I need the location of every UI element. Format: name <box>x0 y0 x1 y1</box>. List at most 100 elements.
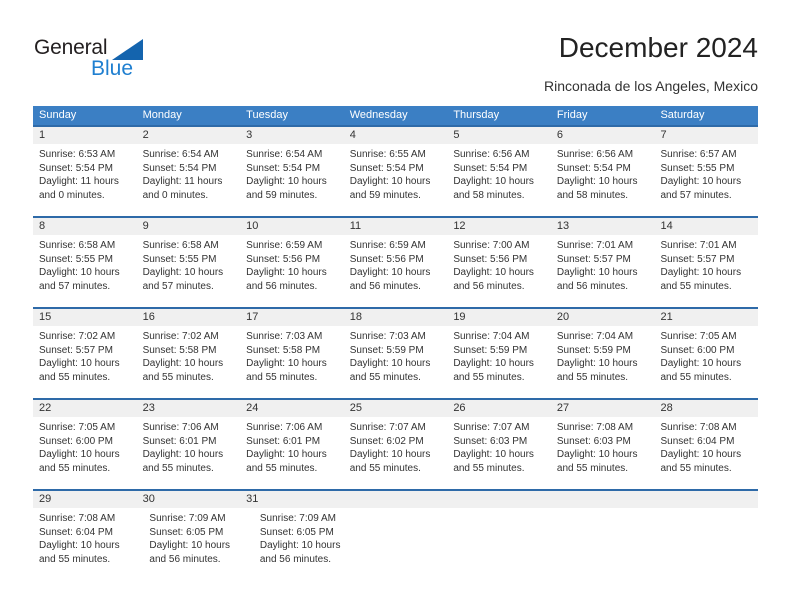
day-number[interactable]: 21 <box>654 309 758 326</box>
day-cell[interactable]: Sunrise: 7:09 AM Sunset: 6:05 PM Dayligh… <box>143 508 253 580</box>
day-number[interactable]: 3 <box>240 127 344 144</box>
day-number[interactable]: 25 <box>344 400 448 417</box>
day-cell[interactable]: Sunrise: 7:03 AM Sunset: 5:58 PM Dayligh… <box>240 326 344 398</box>
day-cell[interactable]: Sunrise: 6:59 AM Sunset: 5:56 PM Dayligh… <box>240 235 344 307</box>
day-cell[interactable]: Sunrise: 6:54 AM Sunset: 5:54 PM Dayligh… <box>137 144 241 216</box>
day-cell[interactable]: Sunrise: 6:55 AM Sunset: 5:54 PM Dayligh… <box>344 144 448 216</box>
sunset-text: Sunset: 5:57 PM <box>556 253 631 265</box>
sunrise-text: Sunrise: 7:02 AM <box>142 331 219 342</box>
day-number-band: 29 30 31 <box>33 491 758 508</box>
weekday-monday: Monday <box>142 109 182 121</box>
day-cell[interactable]: Sunrise: 7:08 AM Sunset: 6:04 PM Dayligh… <box>33 508 143 580</box>
sunset-text: Sunset: 6:01 PM <box>246 435 321 447</box>
daylight-line1: Daylight: 10 hours <box>39 540 120 552</box>
sunset-text: Sunset: 5:56 PM <box>246 253 321 265</box>
day-cell[interactable]: Sunrise: 7:08 AM Sunset: 6:03 PM Dayligh… <box>551 417 655 489</box>
day-cell[interactable]: Sunrise: 6:57 AM Sunset: 5:55 PM Dayligh… <box>654 144 758 216</box>
day-number-band: 15 16 17 18 19 20 21 <box>33 309 758 326</box>
day-cell[interactable]: Sunrise: 7:06 AM Sunset: 6:01 PM Dayligh… <box>240 417 344 489</box>
daylight-line1: Daylight: 10 hours <box>453 449 534 461</box>
day-number[interactable]: 1 <box>33 127 137 144</box>
sunrise-text: Sunrise: 6:58 AM <box>39 240 116 251</box>
general-blue-logo[interactable]: General Blue <box>34 36 164 82</box>
sunrise-text: Sunrise: 7:04 AM <box>453 331 530 342</box>
daylight-line1: Daylight: 10 hours <box>660 267 742 279</box>
day-cell[interactable]: Sunrise: 7:01 AM Sunset: 5:57 PM Dayligh… <box>551 235 655 307</box>
day-cell[interactable]: Sunrise: 7:07 AM Sunset: 6:02 PM Dayligh… <box>344 417 448 489</box>
day-cell-empty <box>364 508 462 580</box>
day-cell[interactable]: Sunrise: 7:01 AM Sunset: 5:57 PM Dayligh… <box>654 235 758 307</box>
sunrise-text: Sunrise: 6:55 AM <box>349 149 426 160</box>
day-number[interactable]: 10 <box>240 218 344 235</box>
sunrise-text: Sunrise: 7:06 AM <box>142 422 219 433</box>
day-number[interactable]: 31 <box>240 491 344 508</box>
day-cell[interactable]: Sunrise: 6:56 AM Sunset: 5:54 PM Dayligh… <box>447 144 551 216</box>
day-number[interactable]: 7 <box>654 127 758 144</box>
sunrise-text: Sunrise: 6:56 AM <box>453 149 530 160</box>
day-number[interactable]: 23 <box>137 400 241 417</box>
day-number[interactable]: 2 <box>137 127 241 144</box>
day-number-band: 22 23 24 25 26 27 28 <box>33 400 758 417</box>
day-cell[interactable]: Sunrise: 7:02 AM Sunset: 5:57 PM Dayligh… <box>33 326 137 398</box>
day-cell[interactable]: Sunrise: 7:02 AM Sunset: 5:58 PM Dayligh… <box>137 326 241 398</box>
day-number[interactable]: 17 <box>240 309 344 326</box>
day-cell[interactable]: Sunrise: 7:00 AM Sunset: 5:56 PM Dayligh… <box>447 235 551 307</box>
day-cell[interactable]: Sunrise: 7:08 AM Sunset: 6:04 PM Dayligh… <box>654 417 758 489</box>
sunrise-text: Sunrise: 7:03 AM <box>349 331 426 342</box>
day-number[interactable]: 19 <box>447 309 551 326</box>
day-number[interactable]: 8 <box>33 218 137 235</box>
day-number[interactable]: 29 <box>33 491 137 508</box>
day-number[interactable]: 28 <box>654 400 758 417</box>
day-number[interactable]: 18 <box>344 309 448 326</box>
day-cell[interactable]: Sunrise: 7:04 AM Sunset: 5:59 PM Dayligh… <box>551 326 655 398</box>
day-cell[interactable]: Sunrise: 7:03 AM Sunset: 5:59 PM Dayligh… <box>344 326 448 398</box>
daylight-line2: and 58 minutes. <box>453 189 525 201</box>
day-number[interactable]: 6 <box>551 127 655 144</box>
day-number-empty <box>344 491 448 508</box>
day-number[interactable]: 16 <box>137 309 241 326</box>
weekday-header-row: Sunday Monday Tuesday Wednesday Thursday… <box>33 106 758 125</box>
day-cell[interactable]: Sunrise: 6:54 AM Sunset: 5:54 PM Dayligh… <box>240 144 344 216</box>
day-cell[interactable]: Sunrise: 7:09 AM Sunset: 6:05 PM Dayligh… <box>254 508 364 580</box>
day-number[interactable]: 22 <box>33 400 137 417</box>
day-number[interactable]: 20 <box>551 309 655 326</box>
day-cell[interactable]: Sunrise: 6:53 AM Sunset: 5:54 PM Dayligh… <box>33 144 137 216</box>
day-number[interactable]: 5 <box>447 127 551 144</box>
day-cell[interactable]: Sunrise: 7:05 AM Sunset: 6:00 PM Dayligh… <box>654 326 758 398</box>
day-number[interactable]: 26 <box>447 400 551 417</box>
daylight-line1: Daylight: 10 hours <box>39 358 120 370</box>
day-number[interactable]: 15 <box>33 309 137 326</box>
daylight-line1: Daylight: 11 hours <box>142 176 223 188</box>
sunrise-text: Sunrise: 7:01 AM <box>660 240 737 251</box>
day-number[interactable]: 27 <box>551 400 655 417</box>
daylight-line2: and 55 minutes. <box>246 462 318 474</box>
daylight-line2: and 56 minutes. <box>349 280 421 292</box>
daylight-line1: Daylight: 10 hours <box>259 540 341 552</box>
day-number[interactable]: 24 <box>240 400 344 417</box>
day-cell[interactable]: Sunrise: 7:04 AM Sunset: 5:59 PM Dayligh… <box>447 326 551 398</box>
day-number[interactable]: 11 <box>344 218 448 235</box>
day-detail-band: Sunrise: 7:05 AM Sunset: 6:00 PM Dayligh… <box>33 417 758 489</box>
day-number[interactable]: 30 <box>137 491 241 508</box>
day-cell[interactable]: Sunrise: 7:06 AM Sunset: 6:01 PM Dayligh… <box>137 417 241 489</box>
sunset-text: Sunset: 6:05 PM <box>259 526 334 538</box>
week-row: 1 2 3 4 5 6 7 Sunrise: 6:53 AM Sunset: 5… <box>33 125 758 216</box>
daylight-line2: and 55 minutes. <box>142 371 214 383</box>
daylight-line1: Daylight: 10 hours <box>246 358 327 370</box>
day-cell[interactable]: Sunrise: 6:58 AM Sunset: 5:55 PM Dayligh… <box>33 235 137 307</box>
day-number[interactable]: 9 <box>137 218 241 235</box>
day-cell[interactable]: Sunrise: 6:59 AM Sunset: 5:56 PM Dayligh… <box>344 235 448 307</box>
sunrise-text: Sunrise: 7:03 AM <box>246 331 323 342</box>
day-number[interactable]: 12 <box>447 218 551 235</box>
day-number[interactable]: 14 <box>654 218 758 235</box>
day-cell[interactable]: Sunrise: 6:58 AM Sunset: 5:55 PM Dayligh… <box>137 235 241 307</box>
day-cell[interactable]: Sunrise: 7:05 AM Sunset: 6:00 PM Dayligh… <box>33 417 137 489</box>
daylight-line2: and 55 minutes. <box>39 371 111 383</box>
day-number[interactable]: 13 <box>551 218 655 235</box>
day-number[interactable]: 4 <box>344 127 448 144</box>
sunset-text: Sunset: 5:57 PM <box>39 344 113 356</box>
day-cell[interactable]: Sunrise: 6:56 AM Sunset: 5:54 PM Dayligh… <box>551 144 655 216</box>
day-cell[interactable]: Sunrise: 7:07 AM Sunset: 6:03 PM Dayligh… <box>447 417 551 489</box>
weekday-sunday: Sunday <box>39 109 77 121</box>
daylight-line2: and 57 minutes. <box>660 189 732 201</box>
